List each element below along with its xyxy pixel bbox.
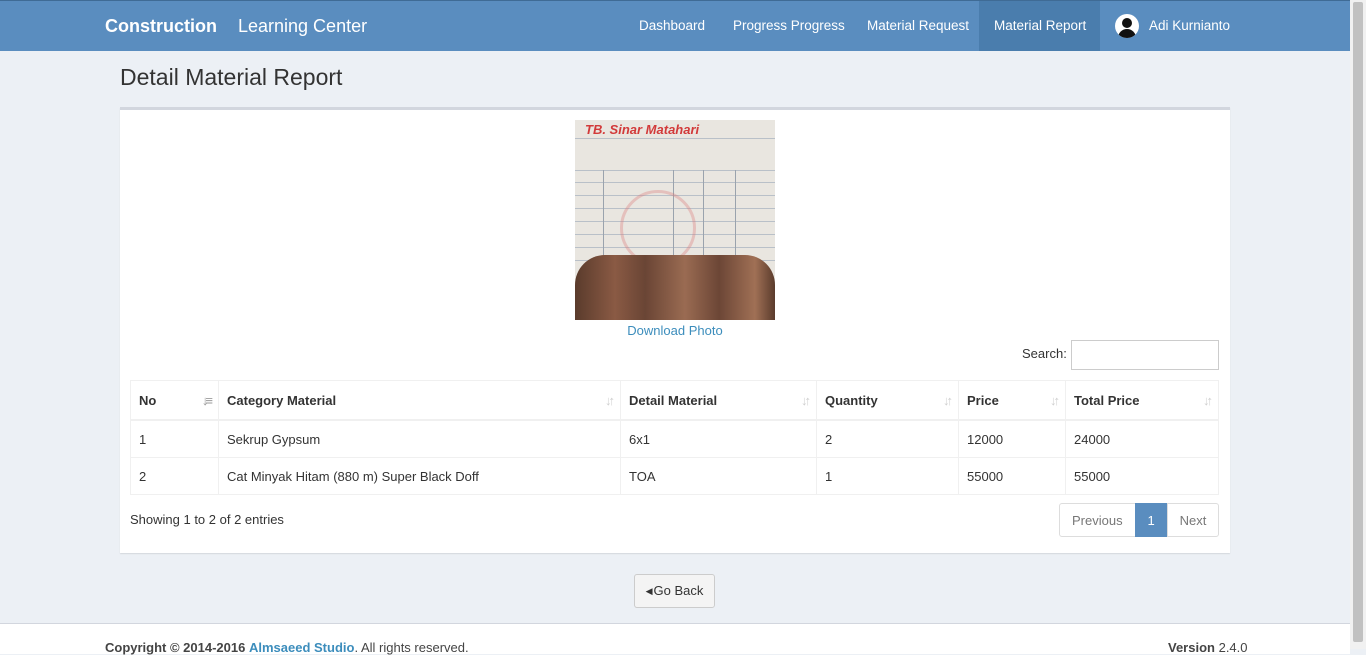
cell-total-price: 24000 [1065,419,1219,458]
scrollbar-thumb[interactable] [1353,2,1363,642]
pagination-previous[interactable]: Previous [1059,503,1136,537]
cell-category: Cat Minyak Hitam (880 m) Super Black Dof… [218,457,621,495]
sort-icon: ↓↑ [801,393,811,408]
user-name: Adi Kurnianto [1149,18,1231,33]
footer-version: Version 2.4.0 [1168,640,1248,655]
table-info: Showing 1 to 2 of 2 entries [130,512,284,527]
go-back-button[interactable]: ◀Go Back [634,574,715,608]
cell-no: 1 [130,419,219,458]
cell-quantity: 1 [816,457,959,495]
sort-icon: ↓↑ [1050,393,1060,408]
pagination-next[interactable]: Next [1166,503,1220,537]
page-footer: Copyright © 2014-2016 Almsaeed Studio. A… [0,623,1350,655]
column-header-total-price[interactable]: Total Price ↓↑ [1065,380,1219,421]
user-menu[interactable]: Adi Kurnianto [1100,1,1245,51]
cell-total-price: 55000 [1065,457,1219,495]
top-navbar: Construction Learning Center Dashboard P… [0,0,1350,51]
column-header-category[interactable]: Category Material ↓↑ [218,380,621,421]
cell-category: Sekrup Gypsum [218,419,621,458]
sort-icon: ↓↑ [1203,393,1213,408]
cell-price: 12000 [958,419,1066,458]
sort-icon: ↓↑ [943,393,953,408]
go-back-label: Go Back [653,583,704,598]
sort-asc-icon: ↓≡ [201,393,213,408]
column-header-price[interactable]: Price ↓↑ [958,380,1066,421]
column-header-no[interactable]: No ↓≡ [130,380,219,421]
material-table: No ↓≡ Category Material ↓↑ Detail Material… [130,380,1219,495]
brand-logo[interactable]: Construction [105,16,217,37]
download-photo-link[interactable]: Download Photo [120,323,1230,338]
table-row: 1 Sekrup Gypsum 6x1 2 12000 24000 [130,419,1219,458]
column-header-detail[interactable]: Detail Material ↓↑ [620,380,817,421]
brand-subtitle[interactable]: Learning Center [238,16,367,37]
nav-dashboard[interactable]: Dashboard [624,1,720,51]
receipt-store-name: TB. Sinar Matahari [585,122,700,137]
material-report-box: TB. Sinar Matahari Download Photo Search… [120,107,1230,553]
footer-copyright: Copyright © 2014-2016 Almsaeed Studio. A… [105,640,469,655]
receipt-photo: TB. Sinar Matahari [575,120,775,320]
sort-icon: ↓↑ [605,393,615,408]
search-label: Search: [1022,346,1067,361]
table-header-row: No ↓≡ Category Material ↓↑ Detail Material… [130,380,1219,421]
pagination: Previous 1 Next [1059,503,1220,537]
nav-material-request[interactable]: Material Request [852,1,984,51]
user-avatar-icon [1115,14,1139,38]
table-row: 2 Cat Minyak Hitam (880 m) Super Black D… [130,457,1219,495]
column-header-quantity[interactable]: Quantity ↓↑ [816,380,959,421]
cell-detail: 6x1 [620,419,817,458]
cell-detail: TOA [620,457,817,495]
pagination-page-1[interactable]: 1 [1134,503,1168,537]
page-scrollbar[interactable] [1350,0,1366,649]
caret-left-icon: ◀ [645,586,653,596]
cell-quantity: 2 [816,419,959,458]
footer-studio-link[interactable]: Almsaeed Studio [249,640,354,655]
nav-material-report[interactable]: Material Report [979,1,1100,51]
page-title: Detail Material Report [120,64,343,90]
cell-price: 55000 [958,457,1066,495]
cell-no: 2 [130,457,219,495]
search-input[interactable] [1071,340,1219,370]
nav-progress[interactable]: Progress Progress [718,1,860,51]
